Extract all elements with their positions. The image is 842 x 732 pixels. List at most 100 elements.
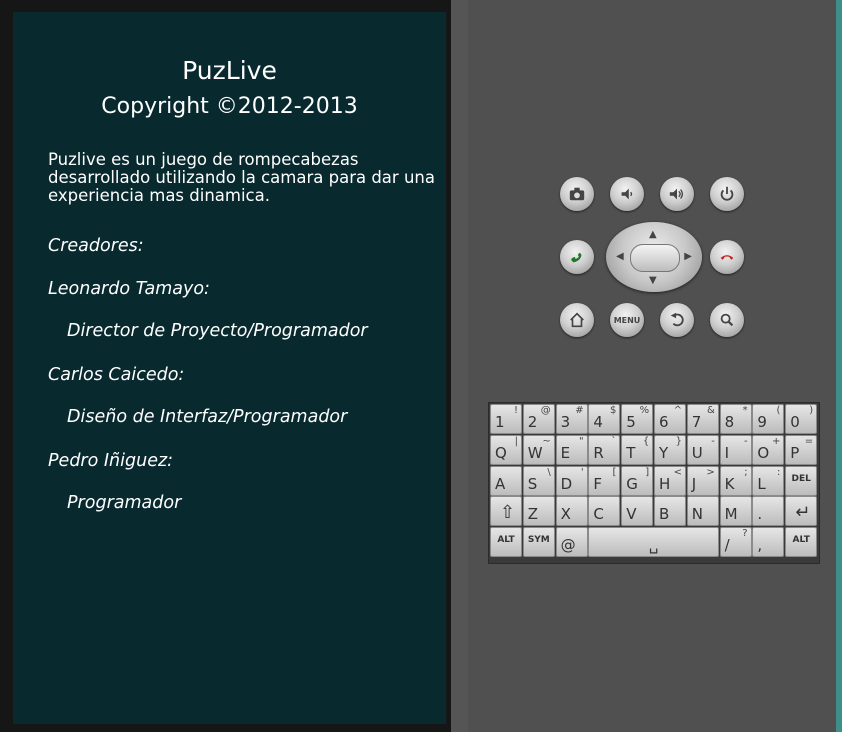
- key-alt[interactable]: ALT: [490, 527, 522, 558]
- key-w[interactable]: W ~: [522, 434, 555, 465]
- key-label: J: [691, 474, 697, 493]
- dpad-left-icon[interactable]: ◀: [616, 252, 624, 262]
- key-secondary-label: \: [547, 466, 551, 478]
- key-a[interactable]: A: [490, 465, 522, 496]
- dpad-right-icon[interactable]: ▶: [684, 252, 692, 262]
- key-o[interactable]: O +: [752, 434, 785, 465]
- key-8[interactable]: 8 *: [719, 404, 752, 434]
- end-call-button[interactable]: [710, 240, 744, 274]
- key-label: ␣: [648, 536, 659, 555]
- key-e[interactable]: E ": [555, 434, 588, 465]
- key-j[interactable]: J >: [686, 465, 719, 496]
- key-l[interactable]: L:: [752, 465, 785, 496]
- key-label: S: [527, 474, 538, 493]
- device-screen-frame: PuzLive Copyright ©2012-2013 Puzlive es …: [0, 0, 451, 732]
- key-i[interactable]: I-: [719, 434, 752, 465]
- key-9[interactable]: 9(: [752, 404, 785, 434]
- creator-name: Pedro Iñiguez:: [48, 451, 174, 471]
- key-label: W: [527, 443, 543, 462]
- camera-icon: [569, 187, 585, 201]
- key-secondary-label: -: [743, 435, 748, 447]
- key-alt-right[interactable]: ALT: [785, 527, 818, 558]
- window-edge: [836, 0, 842, 732]
- search-button[interactable]: [710, 303, 744, 337]
- key-y[interactable]: Y}: [654, 434, 686, 465]
- key-label: SYM: [527, 535, 550, 546]
- key-secondary-label: =: [804, 435, 814, 447]
- hardware-keyboard: 1! 2 @3 #4 $5% 6 ^ 7 & 8 * 9(0) Q | W ~ E " R ` T{Y} U - I - O + P =…: [488, 402, 820, 564]
- key-enter[interactable]: ↵: [785, 496, 818, 527]
- key-7[interactable]: 7 &: [686, 404, 719, 434]
- key-secondary-label: ^: [673, 405, 682, 416]
- volume-up-button[interactable]: [660, 177, 694, 211]
- key-label: E: [560, 443, 571, 462]
- key-z[interactable]: Z: [522, 496, 555, 527]
- call-button[interactable]: [560, 240, 594, 274]
- power-button[interactable]: [710, 177, 744, 211]
- key-p[interactable]: P =: [785, 434, 818, 465]
- key-n[interactable]: N: [686, 496, 719, 527]
- creator-name: Leonardo Tamayo:: [48, 279, 210, 299]
- key-t[interactable]: T{: [621, 434, 654, 465]
- key-label: R: [593, 443, 604, 462]
- home-button[interactable]: [560, 303, 594, 337]
- key-1[interactable]: 1!: [490, 404, 522, 434]
- key-f[interactable]: F[: [588, 465, 621, 496]
- key-r[interactable]: R `: [588, 434, 621, 465]
- key-0[interactable]: 0): [785, 404, 818, 434]
- key-label: I: [724, 443, 730, 462]
- key-space[interactable]: ␣: [588, 527, 719, 558]
- key-sym[interactable]: SYM: [522, 527, 555, 558]
- key-label: O: [757, 443, 770, 462]
- key-b[interactable]: B: [654, 496, 686, 527]
- key-h[interactable]: H <: [654, 465, 686, 496]
- key-secondary-label: ~: [542, 435, 551, 447]
- key-6[interactable]: 6 ^: [654, 404, 686, 434]
- key-label: T: [626, 443, 636, 462]
- key-label: Q: [495, 443, 507, 462]
- key-g[interactable]: G]: [621, 465, 654, 496]
- key-del[interactable]: DEL: [785, 465, 818, 496]
- back-icon: [670, 312, 684, 327]
- key-2[interactable]: 2 @: [522, 404, 555, 434]
- key-secondary-label: ;: [744, 466, 748, 478]
- key-q[interactable]: Q |: [490, 434, 522, 465]
- menu-button[interactable]: MENU: [610, 303, 644, 337]
- key-label: K: [724, 474, 735, 493]
- key-m[interactable]: M: [719, 496, 752, 527]
- back-button[interactable]: [660, 303, 694, 337]
- key-comma[interactable]: ,: [752, 527, 785, 558]
- key-d[interactable]: D ': [555, 465, 588, 496]
- key-slash[interactable]: /?: [719, 527, 752, 558]
- volume-down-button[interactable]: [610, 177, 644, 211]
- key-5[interactable]: 5%: [621, 404, 654, 434]
- key-label: D: [560, 474, 573, 493]
- key-secondary-label: (: [776, 405, 781, 416]
- key-secondary-label: ]: [645, 466, 650, 478]
- dpad-center-button[interactable]: [630, 244, 680, 272]
- home-icon: [570, 312, 584, 328]
- key-label: 1: [495, 413, 505, 431]
- dpad-down-icon[interactable]: ▼: [649, 276, 657, 286]
- key-4[interactable]: 4 $: [588, 404, 621, 434]
- key-at[interactable]: @: [555, 527, 588, 558]
- app-screen: PuzLive Copyright ©2012-2013 Puzlive es …: [13, 12, 446, 724]
- key-u[interactable]: U-: [686, 434, 719, 465]
- dpad-up-icon[interactable]: ▲: [649, 230, 657, 240]
- key-label: 4: [593, 413, 603, 431]
- key-label: M: [724, 505, 738, 524]
- emulator-divider: [451, 0, 468, 732]
- key-.[interactable]: .: [752, 496, 785, 527]
- dpad[interactable]: ▲ ▼ ◀ ▶: [606, 222, 702, 292]
- key-label: ⇧: [500, 502, 516, 524]
- key-k[interactable]: K;: [719, 465, 752, 496]
- key-3[interactable]: 3 #: [555, 404, 588, 434]
- key-s[interactable]: S \: [522, 465, 555, 496]
- key-x[interactable]: X: [555, 496, 588, 527]
- key-label: G: [626, 474, 638, 493]
- camera-button[interactable]: [560, 177, 594, 211]
- key-shift[interactable]: ⇧: [490, 496, 522, 527]
- key-label: 9: [757, 413, 767, 431]
- key-c[interactable]: C: [588, 496, 621, 527]
- key-v[interactable]: V: [621, 496, 654, 527]
